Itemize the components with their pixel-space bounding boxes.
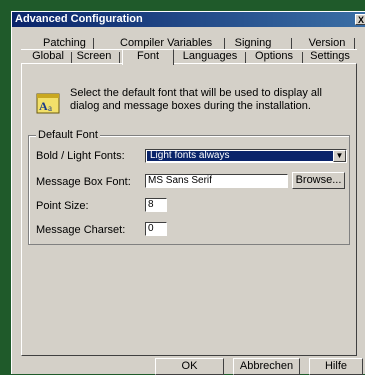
close-button[interactable]: X — [355, 14, 365, 25]
tab-separator — [119, 52, 120, 63]
bold-light-dropdown[interactable]: Light fonts always ▼ — [145, 149, 347, 163]
tab-separator — [291, 38, 292, 49]
font-icon: A a — [36, 93, 60, 114]
message-charset-label: Message Charset: — [36, 224, 126, 236]
point-size-label: Point Size: — [36, 200, 89, 212]
tab-languages[interactable]: Languages — [180, 50, 240, 63]
svg-text:a: a — [48, 103, 52, 113]
title-bar[interactable]: Advanced Configuration X — [12, 12, 365, 27]
tab-separator — [224, 38, 225, 49]
point-size-input[interactable]: 8 — [145, 198, 167, 212]
tab-screen[interactable]: Screen — [74, 50, 114, 63]
message-box-font-input[interactable]: MS Sans Serif — [145, 174, 288, 188]
tab-global[interactable]: Global — [30, 50, 66, 63]
message-charset-input[interactable]: 0 — [145, 222, 167, 236]
tab-settings[interactable]: Settings — [306, 50, 354, 63]
tab-separator — [245, 52, 246, 63]
window-title: Advanced Configuration — [15, 13, 143, 25]
tab-separator — [93, 38, 94, 49]
dropdown-arrow-icon[interactable]: ▼ — [333, 150, 346, 162]
browse-button[interactable]: Browse... — [292, 172, 345, 189]
tab-separator — [302, 52, 303, 63]
cancel-button[interactable]: Abbrechen — [233, 358, 300, 375]
info-description: Select the default font that will be use… — [70, 87, 322, 112]
help-button[interactable]: Hilfe — [309, 358, 363, 375]
tab-separator — [71, 52, 72, 63]
svg-text:A: A — [39, 99, 48, 113]
tab-font[interactable]: Font — [122, 49, 174, 65]
dialog-window: Advanced Configuration X Patching Compil… — [11, 11, 365, 375]
tab-separator — [354, 38, 355, 49]
message-box-font-label: Message Box Font: — [36, 176, 131, 188]
bold-light-label: Bold / Light Fonts: — [36, 150, 125, 162]
bold-light-selected-value: Light fonts always — [147, 151, 335, 161]
ok-button[interactable]: OK — [155, 358, 224, 375]
tab-options[interactable]: Options — [251, 50, 297, 63]
groupbox-label: Default Font — [36, 129, 100, 141]
